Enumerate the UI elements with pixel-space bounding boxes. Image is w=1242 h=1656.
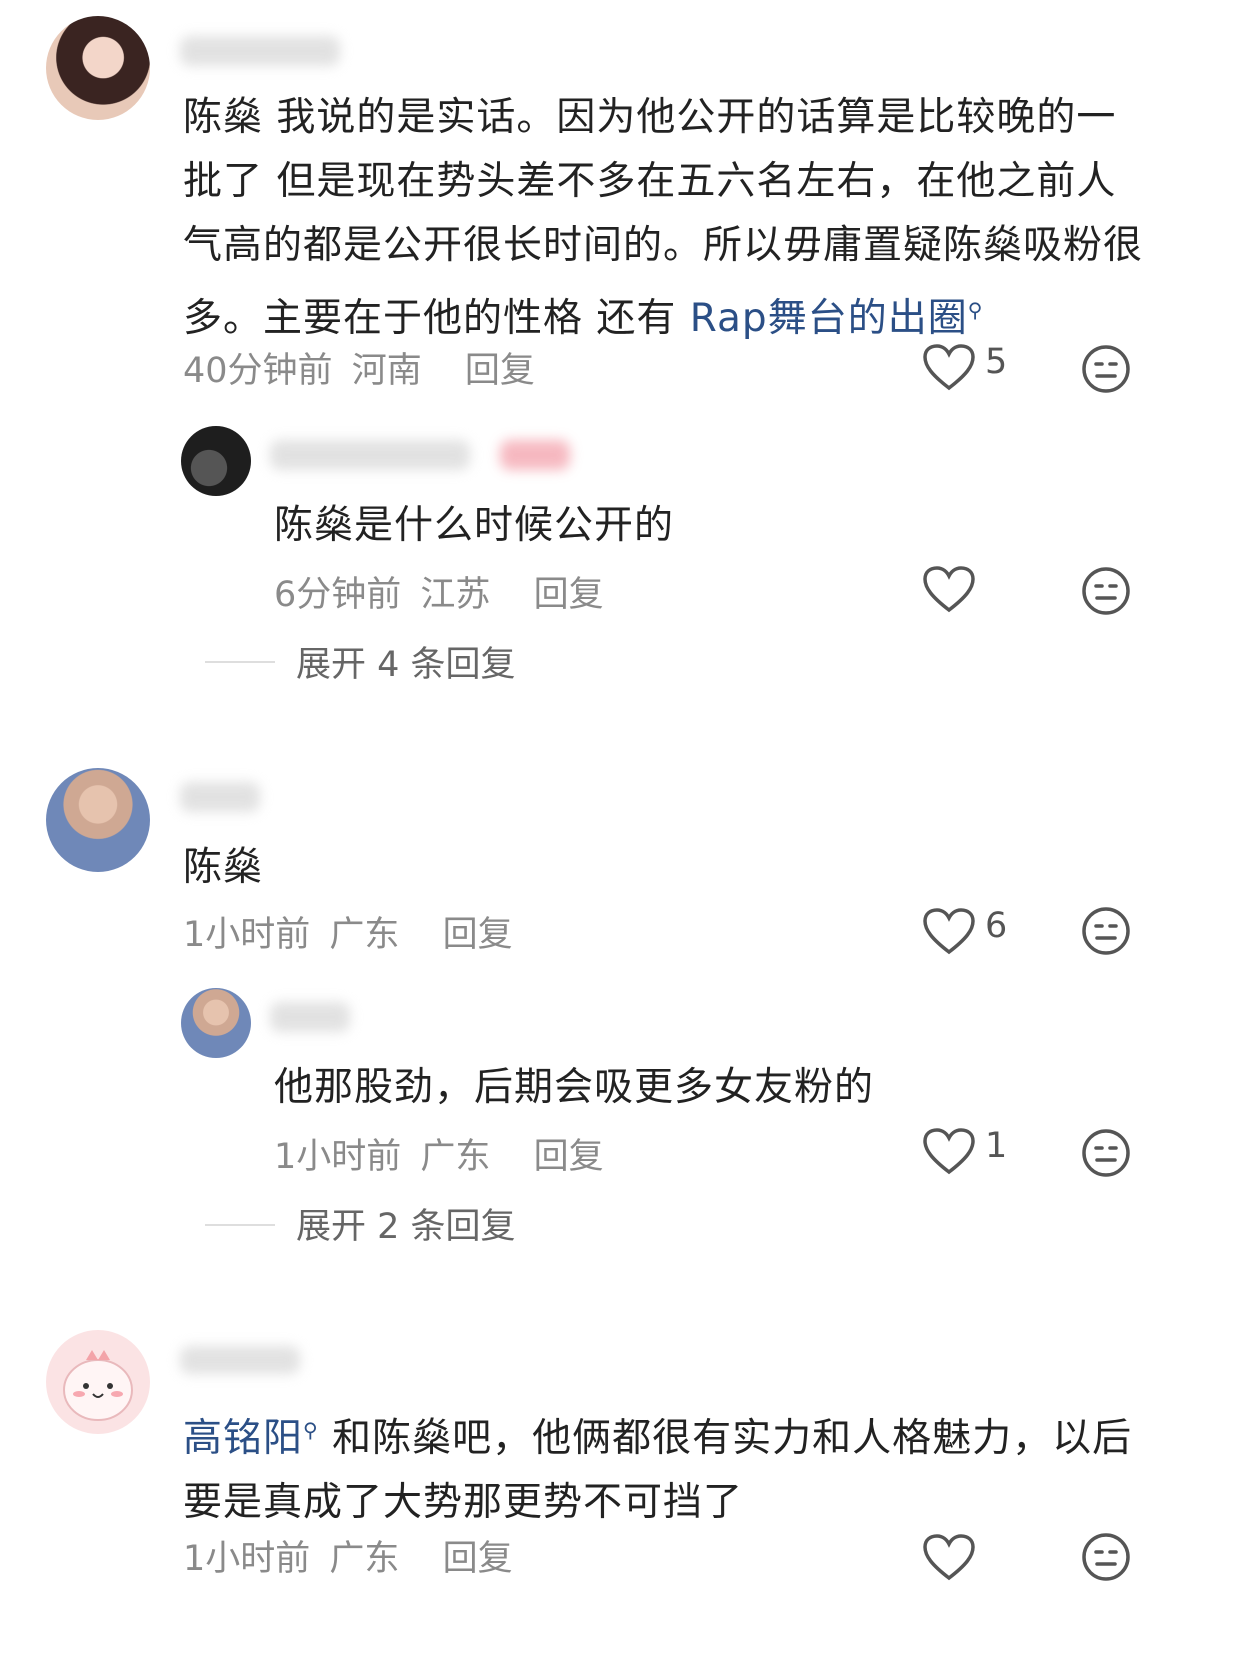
reply-time: 1小时前 (274, 1137, 402, 1177)
expand-divider (205, 661, 275, 663)
meh-face-icon[interactable] (1081, 1128, 1131, 1178)
comment-text: 陈燊 (183, 836, 1143, 900)
commenter-avatar[interactable] (46, 16, 150, 120)
comment-text-plain: 陈燊 (183, 845, 264, 890)
meh-face-icon[interactable] (1081, 344, 1131, 394)
meh-face-icon[interactable] (1081, 566, 1131, 616)
reply-avatar[interactable] (181, 988, 251, 1058)
heart-outline-icon[interactable] (922, 908, 976, 956)
reply-location: 广东 (420, 1137, 491, 1177)
search-icon[interactable]: ⚲ (968, 298, 984, 322)
commenter-avatar[interactable] (46, 1330, 150, 1434)
expand-replies-button[interactable]: 展开 4 条回复 (296, 636, 516, 687)
comment-time: 1小时前 (183, 1539, 311, 1579)
commenter-name-blurred[interactable] (180, 36, 340, 66)
comment-text: 高铭阳⚲ 和陈燊吧，他俩都很有实力和人格魅力，以后要是真成了大势那更势不可挡了 (183, 1398, 1143, 1535)
comment-meta: 1小时前 广东 回复 (183, 906, 513, 957)
comment-meta: 1小时前 广东 回复 (183, 1530, 513, 1581)
comment-location: 广东 (329, 915, 400, 955)
like-count: 6 (985, 906, 1008, 946)
cartoon-face-icon (63, 1350, 133, 1421)
reply-button[interactable]: 回复 (443, 915, 513, 955)
reply-button[interactable]: 回复 (534, 575, 604, 615)
reply-avatar[interactable] (181, 426, 251, 496)
expand-divider (205, 1224, 275, 1226)
reply-meta: 1小时前 广东 回复 (274, 1128, 604, 1179)
author-badge-blurred (500, 440, 570, 470)
like-count: 5 (985, 342, 1008, 382)
reply-text: 陈燊是什么时候公开的 (274, 503, 675, 548)
topic-link[interactable]: 高铭阳 (183, 1416, 303, 1461)
reply-meta: 6分钟前 江苏 回复 (274, 566, 604, 617)
comment-text-plain: 陈燊 我说的是实话。因为他公开的话算是比较晚的一批了 但是现在势头差不多在五六名… (183, 95, 1144, 341)
reply-text: 他那股劲，后期会吸更多女友粉的 (274, 1065, 875, 1110)
heart-outline-icon[interactable] (922, 566, 976, 614)
reply-name-blurred[interactable] (270, 1002, 350, 1032)
meh-face-icon[interactable] (1081, 1532, 1131, 1582)
reply-button[interactable]: 回复 (465, 351, 535, 391)
comment-text-plain: 和陈燊吧，他俩都很有实力和人格魅力，以后要是真成了大势那更势不可挡了 (183, 1416, 1133, 1525)
topic-link[interactable]: Rap舞台的出圈 (690, 296, 968, 341)
search-icon[interactable]: ⚲ (303, 1418, 319, 1442)
comment-location: 广东 (329, 1539, 400, 1579)
commenter-name-blurred[interactable] (180, 782, 260, 812)
commenter-avatar[interactable] (46, 768, 150, 872)
reply-location: 江苏 (420, 575, 491, 615)
commenter-name-blurred[interactable] (180, 1346, 300, 1374)
meh-face-icon[interactable] (1081, 906, 1131, 956)
reply-time: 6分钟前 (274, 575, 402, 615)
reply-button[interactable]: 回复 (443, 1539, 513, 1579)
reply-button[interactable]: 回复 (534, 1137, 604, 1177)
comment-location: 河南 (351, 351, 422, 391)
like-count: 1 (985, 1126, 1008, 1166)
heart-outline-icon[interactable] (922, 344, 976, 392)
heart-outline-icon[interactable] (922, 1534, 976, 1582)
comment-text: 陈燊 我说的是实话。因为他公开的话算是比较晚的一批了 但是现在势头差不多在五六名… (183, 86, 1143, 351)
comment-meta: 40分钟前 河南 回复 (183, 342, 535, 393)
heart-outline-icon[interactable] (922, 1128, 976, 1176)
reply-name-blurred[interactable] (270, 440, 470, 470)
expand-replies-button[interactable]: 展开 2 条回复 (296, 1198, 516, 1249)
comment-time: 1小时前 (183, 915, 311, 955)
comment-time: 40分钟前 (183, 351, 333, 391)
